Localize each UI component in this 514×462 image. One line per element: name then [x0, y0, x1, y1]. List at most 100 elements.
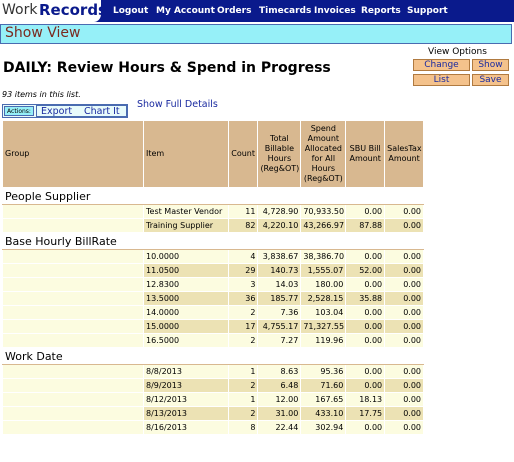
tax-cell: 0.00 — [384, 364, 424, 379]
item-cell: 8/16/2013 — [143, 420, 229, 435]
item-cell: 16.5000 — [143, 333, 229, 348]
hours-cell: 12.00 — [257, 392, 302, 407]
item-cell: 11.0500 — [143, 263, 229, 278]
hours-cell: 4,728.90 — [257, 204, 302, 219]
tax-cell: 0.00 — [384, 204, 424, 219]
logo-records-text: Records — [39, 1, 107, 19]
nav-reports[interactable]: Reports — [361, 6, 401, 16]
tax-cell: 0.00 — [384, 406, 424, 421]
tax-cell: 0.00 — [384, 392, 424, 407]
tax-cell: 0.00 — [384, 378, 424, 393]
count-cell: 82 — [227, 218, 259, 233]
table-row[interactable]: 8/13/2013 2 31.00 433.10 17.75 0.00 — [2, 406, 424, 421]
chart-it-button[interactable]: Chart It — [84, 106, 120, 117]
table-row[interactable]: 13.5000 36 185.77 2,528.15 35.88 0.00 — [2, 291, 424, 306]
sbu-cell: 0.00 — [345, 333, 386, 348]
show-full-details-link[interactable]: Show Full Details — [137, 99, 218, 110]
item-cell: 14.0000 — [143, 305, 229, 320]
sbu-cell: 52.00 — [345, 263, 386, 278]
count-cell: 11 — [227, 204, 259, 219]
nav-my-account[interactable]: My Account — [156, 6, 215, 16]
group-cell — [2, 333, 144, 348]
hours-cell: 185.77 — [257, 291, 302, 306]
group-cell — [2, 378, 144, 393]
table-row[interactable]: 8/12/2013 1 12.00 167.65 18.13 0.00 — [2, 392, 424, 407]
table-row[interactable]: 8/9/2013 2 6.48 71.60 0.00 0.00 — [2, 378, 424, 393]
view-options-label: View Options — [428, 47, 487, 57]
count-cell: 36 — [227, 291, 259, 306]
item-cell: 8/9/2013 — [143, 378, 229, 393]
nav-support[interactable]: Support — [407, 6, 448, 16]
sbu-cell: 0.00 — [345, 319, 386, 334]
hours-cell: 7.36 — [257, 305, 302, 320]
change-view-button[interactable]: Change — [413, 59, 470, 71]
spend-cell: 1,555.07 — [300, 263, 347, 278]
table-row[interactable]: 8/8/2013 1 8.63 95.36 0.00 0.00 — [2, 364, 424, 379]
column-header-item[interactable]: Item — [143, 120, 229, 188]
hours-cell: 7.27 — [257, 333, 302, 348]
table-row[interactable]: 15.0000 17 4,755.17 71,327.55 0.00 0.00 — [2, 319, 424, 334]
item-cell: 13.5000 — [143, 291, 229, 306]
count-cell: 2 — [227, 406, 259, 421]
column-header-spend-amount[interactable]: Spend Amount Allocated for All Hours (Re… — [300, 120, 347, 188]
spend-cell: 119.96 — [300, 333, 347, 348]
table-row[interactable]: 8/16/2013 8 22.44 302.94 0.00 0.00 — [2, 420, 424, 435]
group-name: People Supplier — [2, 187, 424, 205]
item-cell: Test Master Vendor — [143, 204, 229, 219]
logo-work-text: Work — [2, 2, 38, 18]
count-cell: 2 — [227, 333, 259, 348]
save-button[interactable]: Save — [472, 74, 509, 86]
column-header-count[interactable]: Count — [227, 120, 259, 188]
table-row[interactable]: Test Master Vendor 11 4,728.90 70,933.50 0.0… — [2, 204, 424, 219]
workrecords-logo[interactable]: Work Records — [0, 0, 107, 22]
sbu-cell: 0.00 — [345, 420, 386, 435]
spend-cell: 71.60 — [300, 378, 347, 393]
tax-cell: 0.00 — [384, 420, 424, 435]
table-header-row: Group Item Count Total Billable Hours (R… — [2, 120, 424, 188]
spend-cell: 2,528.15 — [300, 291, 347, 306]
nav-invoices[interactable]: Invoices — [314, 6, 356, 16]
group-cell — [2, 392, 144, 407]
item-cell: 12.8300 — [143, 277, 229, 292]
sbu-cell: 0.00 — [345, 249, 386, 264]
table-row[interactable]: 11.0500 29 140.73 1,555.07 52.00 0.00 — [2, 263, 424, 278]
section-title: Show View — [5, 25, 81, 41]
hours-cell: 4,755.17 — [257, 319, 302, 334]
column-header-total-billable-hours[interactable]: Total Billable Hours (Reg&OT) — [257, 120, 302, 188]
count-cell: 17 — [227, 319, 259, 334]
count-cell: 29 — [227, 263, 259, 278]
item-cell: 8/8/2013 — [143, 364, 229, 379]
show-button[interactable]: Show — [472, 59, 509, 71]
table-row[interactable]: 16.5000 2 7.27 119.96 0.00 0.00 — [2, 333, 424, 348]
group-cell — [2, 218, 144, 233]
table-row[interactable]: 10.0000 4 3,838.67 38,386.70 0.00 0.00 — [2, 249, 424, 264]
hours-cell: 14.03 — [257, 277, 302, 292]
hours-cell: 140.73 — [257, 263, 302, 278]
column-header-salestax-amount[interactable]: SalesTax Amount — [384, 120, 424, 188]
sbu-cell: 0.00 — [345, 277, 386, 292]
actions-toolbar: Actions: Export Chart It — [2, 104, 128, 118]
item-cell: 15.0000 — [143, 319, 229, 334]
group-cell — [2, 364, 144, 379]
group-cell — [2, 204, 144, 219]
nav-timecards[interactable]: Timecards — [259, 6, 311, 16]
nav-orders[interactable]: Orders — [217, 6, 251, 16]
column-header-sbu-bill-amount[interactable]: SBU Bill Amount — [345, 120, 386, 188]
sbu-cell: 0.00 — [345, 305, 386, 320]
table-row[interactable]: Training Supplier 82 4,220.10 43,266.97 87.8… — [2, 218, 424, 233]
spend-cell: 38,386.70 — [300, 249, 347, 264]
group-cell — [2, 420, 144, 435]
list-button[interactable]: List — [413, 74, 470, 86]
spend-cell: 180.00 — [300, 277, 347, 292]
group-header-row: People Supplier — [2, 187, 424, 205]
table-row[interactable]: 14.0000 2 7.36 103.04 0.00 0.00 — [2, 305, 424, 320]
group-name: Base Hourly BillRate — [2, 232, 424, 250]
group-cell — [2, 406, 144, 421]
sbu-cell: 0.00 — [345, 204, 386, 219]
export-button[interactable]: Export — [41, 106, 72, 117]
tax-cell: 0.00 — [384, 333, 424, 348]
nav-logout[interactable]: Logout — [113, 6, 148, 16]
group-header-row: Base Hourly BillRate — [2, 232, 424, 250]
table-row[interactable]: 12.8300 3 14.03 180.00 0.00 0.00 — [2, 277, 424, 292]
column-header-group[interactable]: Group — [2, 120, 144, 188]
